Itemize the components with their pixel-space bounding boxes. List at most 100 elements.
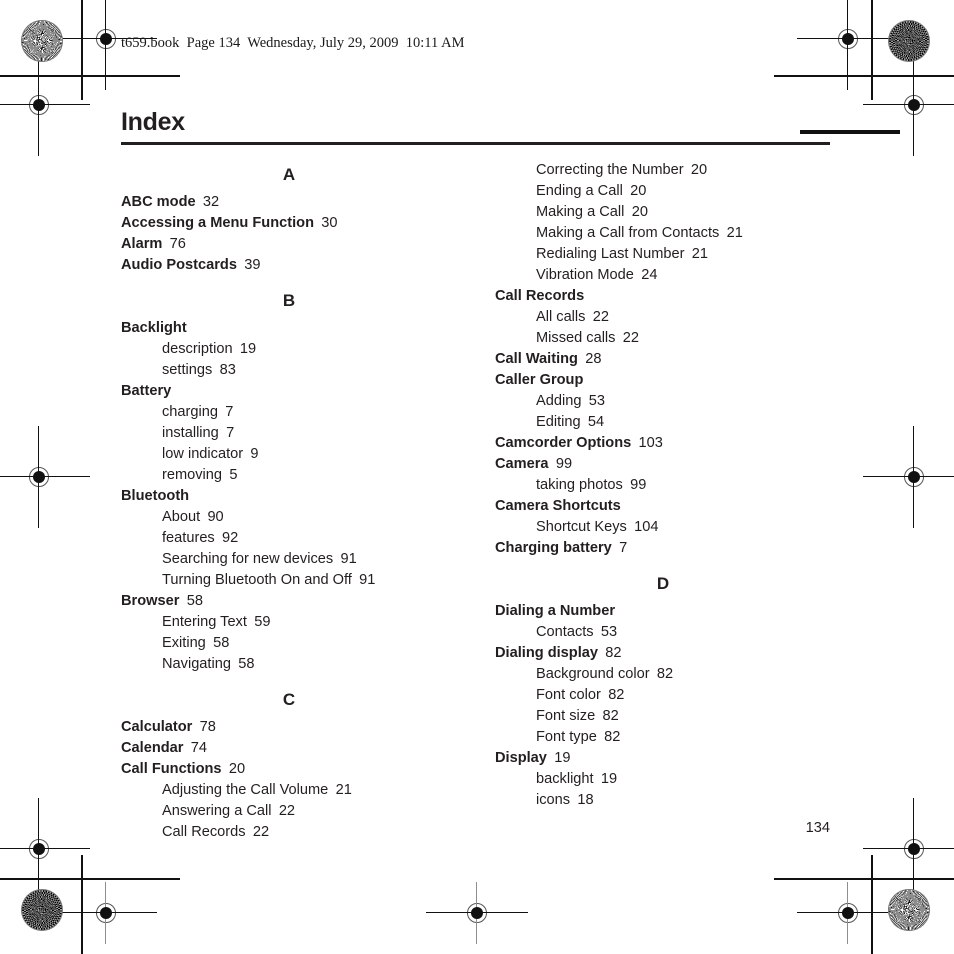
index-subentry[interactable]: Searching for new devices 91 bbox=[121, 549, 457, 570]
title-underline-rule bbox=[121, 142, 830, 145]
index-subentry[interactable]: Shortcut Keys 104 bbox=[495, 517, 831, 538]
index-subentry[interactable]: All calls 22 bbox=[495, 307, 831, 328]
index-subentry[interactable]: Correcting the Number 20 bbox=[495, 160, 831, 181]
index-entry-label: Call Records bbox=[162, 824, 246, 840]
index-entry[interactable]: Dialing a Number bbox=[495, 601, 831, 622]
index-entry-page-number: 19 bbox=[554, 750, 571, 766]
index-entry-label: Charging battery bbox=[495, 540, 612, 556]
index-entry-page-number: 5 bbox=[229, 467, 238, 483]
index-entry[interactable]: Camera Shortcuts bbox=[495, 496, 831, 517]
index-subentry[interactable]: Adjusting the Call Volume 21 bbox=[121, 780, 457, 801]
index-entry[interactable]: Bluetooth bbox=[121, 486, 457, 507]
index-subentry[interactable]: Adding 53 bbox=[495, 391, 831, 412]
index-entry-page-number: 21 bbox=[726, 225, 743, 241]
index-entry-label: Call Records bbox=[495, 288, 585, 304]
index-entry[interactable]: Camcorder Options 103 bbox=[495, 433, 831, 454]
book-file-header: t659.book Page 134 Wednesday, July 29, 2… bbox=[121, 35, 465, 51]
index-subentry[interactable]: Editing 54 bbox=[495, 412, 831, 433]
index-subentry[interactable]: settings 83 bbox=[121, 360, 457, 381]
index-entry-page-number: 74 bbox=[190, 740, 207, 756]
index-entry[interactable]: Display 19 bbox=[495, 748, 831, 769]
index-subentry[interactable]: Exiting 58 bbox=[121, 633, 457, 654]
index-entry[interactable]: Call Records bbox=[495, 286, 831, 307]
index-entry[interactable]: ABC mode 32 bbox=[121, 192, 457, 213]
index-entry-label: Shortcut Keys bbox=[536, 519, 627, 535]
index-entry-page-number: 82 bbox=[602, 708, 619, 724]
index-subentry[interactable]: Background color 82 bbox=[495, 664, 831, 685]
index-subentry[interactable]: Navigating 58 bbox=[121, 654, 457, 675]
index-entry[interactable]: Accessing a Menu Function 30 bbox=[121, 213, 457, 234]
moire-target-bottom-left bbox=[21, 889, 63, 931]
registration-dot bbox=[908, 99, 920, 111]
index-entry[interactable]: Browser 58 bbox=[121, 591, 457, 612]
index-subentry[interactable]: Font color 82 bbox=[495, 685, 831, 706]
index-subentry[interactable]: Redialing Last Number 21 bbox=[495, 244, 831, 265]
index-subentry[interactable]: low indicator 9 bbox=[121, 444, 457, 465]
index-entry-label: description bbox=[162, 341, 233, 357]
index-subentry[interactable]: About 90 bbox=[121, 507, 457, 528]
index-subentry[interactable]: features 92 bbox=[121, 528, 457, 549]
index-entry[interactable]: Audio Postcards 39 bbox=[121, 255, 457, 276]
index-entry-page-number: 90 bbox=[207, 509, 224, 525]
index-subentry[interactable]: Making a Call from Contacts 21 bbox=[495, 223, 831, 244]
index-entry-label: Redialing Last Number bbox=[536, 246, 685, 262]
index-entry-page-number: 53 bbox=[588, 393, 605, 409]
index-subentry[interactable]: charging 7 bbox=[121, 402, 457, 423]
index-entry[interactable]: Calculator 78 bbox=[121, 717, 457, 738]
index-entry-label: Call Functions bbox=[121, 761, 222, 777]
index-subentry[interactable]: Contacts 53 bbox=[495, 622, 831, 643]
index-entry-page-number: 104 bbox=[634, 519, 659, 535]
index-entry-label: Dialing display bbox=[495, 645, 598, 661]
index-subentry[interactable]: description 19 bbox=[121, 339, 457, 360]
index-subentry[interactable]: Font type 82 bbox=[495, 727, 831, 748]
index-entry-label: Bluetooth bbox=[121, 488, 190, 504]
crop-line-left-vertical bbox=[81, 0, 83, 100]
index-subentry[interactable]: removing 5 bbox=[121, 465, 457, 486]
index-subentry[interactable]: backlight 19 bbox=[495, 769, 831, 790]
index-entry-page-number: 21 bbox=[335, 782, 352, 798]
index-entry[interactable]: Charging battery 7 bbox=[495, 538, 831, 559]
index-subentry[interactable]: installing 7 bbox=[121, 423, 457, 444]
index-entry-page-number: 30 bbox=[321, 215, 338, 231]
index-entry-label: installing bbox=[162, 425, 219, 441]
index-entry-label: Making a Call bbox=[536, 204, 625, 220]
index-subentry[interactable]: Turning Bluetooth On and Off 91 bbox=[121, 570, 457, 591]
index-subentry[interactable]: Entering Text 59 bbox=[121, 612, 457, 633]
index-entry[interactable]: Backlight bbox=[121, 318, 457, 339]
index-entry[interactable]: Camera 99 bbox=[495, 454, 831, 475]
index-entry[interactable]: Caller Group bbox=[495, 370, 831, 391]
index-entry[interactable]: Call Waiting 28 bbox=[495, 349, 831, 370]
index-entry[interactable]: Battery bbox=[121, 381, 457, 402]
index-subentry[interactable]: Font size 82 bbox=[495, 706, 831, 727]
index-entry-label: Audio Postcards bbox=[121, 257, 237, 273]
registration-dot bbox=[33, 99, 45, 111]
index-entry-label: settings bbox=[162, 362, 213, 378]
index-entry[interactable]: Alarm 76 bbox=[121, 234, 457, 255]
registration-dot bbox=[100, 33, 112, 45]
index-letter-heading-D: D bbox=[656, 574, 670, 593]
index-entry-label: Entering Text bbox=[162, 614, 247, 630]
index-entry-page-number: 82 bbox=[608, 687, 625, 703]
registration-crosshair-horizontal bbox=[0, 476, 90, 478]
index-subentry[interactable]: Missed calls 22 bbox=[495, 328, 831, 349]
index-entry-page-number: 22 bbox=[252, 824, 270, 840]
index-entry[interactable]: Call Functions 20 bbox=[121, 759, 457, 780]
index-subentry[interactable]: icons 18 bbox=[495, 790, 831, 811]
registration-dot bbox=[471, 907, 483, 919]
index-subentry[interactable]: Answering a Call 22 bbox=[121, 801, 457, 822]
crop-line-top-right-horizontal bbox=[774, 75, 954, 77]
index-entry-label: low indicator bbox=[162, 446, 244, 462]
index-subentry[interactable]: Ending a Call 20 bbox=[495, 181, 831, 202]
index-entry[interactable]: Calendar 74 bbox=[121, 738, 457, 759]
index-subentry[interactable]: Making a Call 20 bbox=[495, 202, 831, 223]
index-letter-heading-B: B bbox=[282, 291, 296, 310]
index-subentry[interactable]: taking photos 99 bbox=[495, 475, 831, 496]
index-entry-page-number: 103 bbox=[638, 435, 663, 451]
index-entry[interactable]: Dialing display 82 bbox=[495, 643, 831, 664]
index-entry-label: Making a Call from Contacts bbox=[536, 225, 720, 241]
index-entry-label: features bbox=[162, 530, 215, 546]
index-subentry[interactable]: Vibration Mode 24 bbox=[495, 265, 831, 286]
index-entry-label: charging bbox=[162, 404, 218, 420]
index-entry-label: Missed calls bbox=[536, 330, 616, 346]
index-subentry[interactable]: Call Records 22 bbox=[121, 822, 457, 843]
